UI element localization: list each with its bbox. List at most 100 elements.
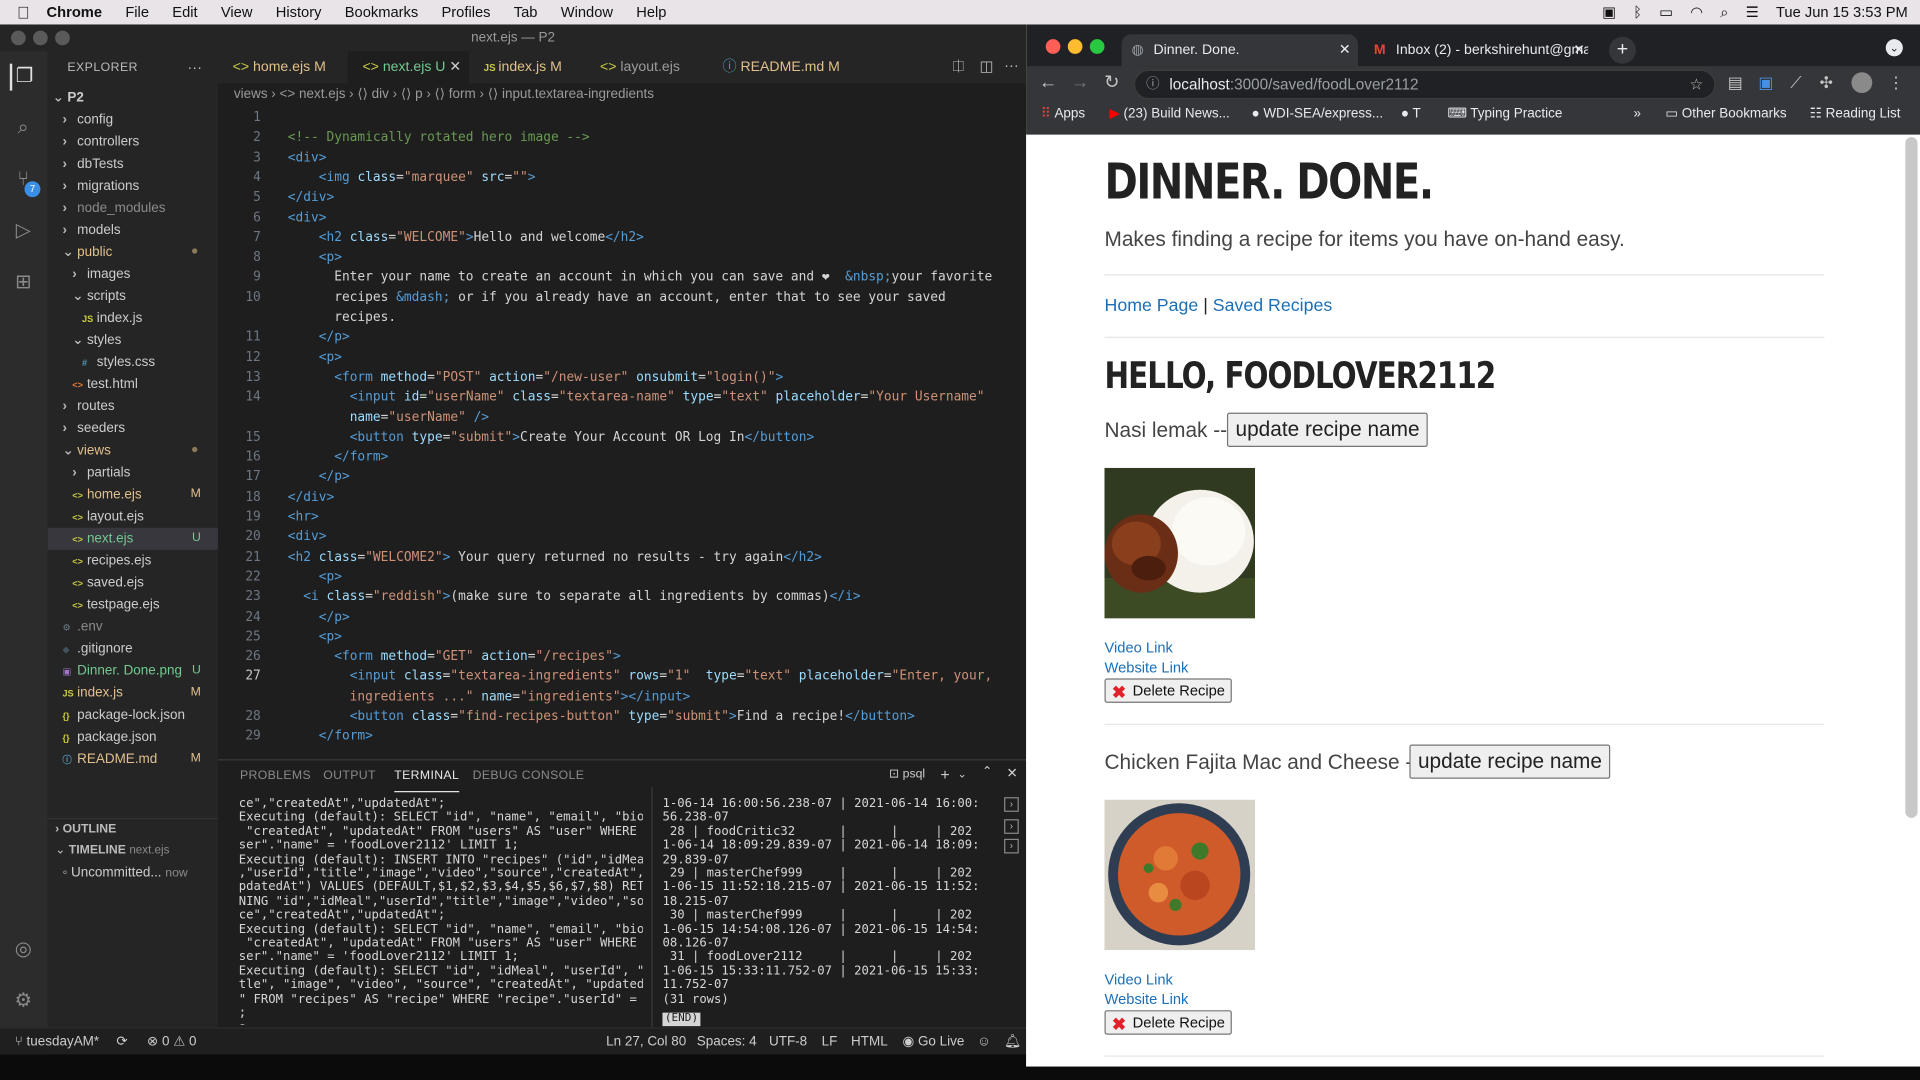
wifi-icon[interactable]: ◠ bbox=[1690, 4, 1703, 21]
code-line[interactable]: <input class="textarea-ingredients" rows… bbox=[288, 669, 993, 684]
tree-item[interactable]: › node_modules bbox=[48, 197, 218, 219]
tab-layout-ejs[interactable]: <> layout.ejs bbox=[585, 51, 707, 83]
tree-item[interactable]: ◆ .gitignore bbox=[48, 638, 218, 660]
saved-recipes-link[interactable]: Saved Recipes bbox=[1213, 296, 1332, 316]
code-line[interactable]: ingredients ..." name="ingredients"></in… bbox=[288, 689, 691, 704]
more-bookmarks-icon[interactable]: » bbox=[1633, 103, 1641, 125]
tree-item[interactable]: › dbTests bbox=[48, 153, 218, 175]
code-line[interactable]: <hr> bbox=[288, 509, 319, 524]
close-window-button[interactable] bbox=[1045, 39, 1061, 54]
menu-view[interactable]: View bbox=[221, 4, 253, 21]
puzzle-extensions-icon[interactable]: ✣ bbox=[1820, 73, 1833, 93]
menu-help[interactable]: Help bbox=[636, 4, 666, 21]
tree-item[interactable]: › partials bbox=[48, 462, 218, 484]
timeline-section[interactable]: ⌄ TIMELINE next.ejs bbox=[48, 840, 218, 862]
split-right-icon[interactable]: ◫ bbox=[980, 58, 994, 75]
zoom-window-button[interactable] bbox=[1089, 39, 1105, 54]
run-debug-icon[interactable]: ▷ bbox=[10, 218, 37, 245]
tab-output[interactable]: OUTPUT bbox=[323, 760, 376, 792]
tab-readme[interactable]: ⓘ README.md M bbox=[708, 51, 845, 83]
tree-item[interactable]: ⌄ P2 bbox=[48, 87, 218, 109]
tree-item[interactable]: <> layout.ejs bbox=[48, 506, 218, 528]
tree-item[interactable]: ⓘ README.md M bbox=[48, 748, 218, 770]
tree-item[interactable]: ⌄ views ● bbox=[48, 440, 218, 462]
indentation[interactable]: Spaces: 4 bbox=[697, 1029, 757, 1056]
apple-icon[interactable]:  bbox=[0, 2, 47, 22]
tree-item[interactable]: › seeders bbox=[48, 418, 218, 440]
code-line[interactable]: <div> bbox=[288, 150, 327, 165]
tree-item[interactable]: ▣ Dinner. Done.png U bbox=[48, 660, 218, 682]
delete-recipe-button[interactable]: ✖ Delete Recipe bbox=[1104, 1010, 1233, 1035]
tree-item[interactable]: <> home.ejs M bbox=[48, 484, 218, 506]
profile-avatar[interactable] bbox=[1851, 72, 1873, 94]
code-line[interactable]: <button type="submit">Create Your Accoun… bbox=[288, 430, 815, 445]
code-line[interactable]: recipes &mdash; or if you already have a… bbox=[288, 290, 946, 305]
battery-icon[interactable]: ▭ bbox=[1659, 4, 1673, 21]
cursor-position[interactable]: Ln 27, Col 80 bbox=[606, 1029, 686, 1056]
tree-item[interactable]: ⚙ .env bbox=[48, 616, 218, 638]
code-line[interactable]: <form method="GET" action="/recipes"> bbox=[288, 649, 620, 664]
extension-icon[interactable]: ▤ bbox=[1728, 73, 1743, 93]
tree-item[interactable]: {} package.json bbox=[48, 726, 218, 748]
more-actions-icon[interactable]: ··· bbox=[187, 59, 202, 76]
code-line[interactable]: </p> bbox=[288, 609, 350, 624]
code-line[interactable]: <p> bbox=[288, 350, 342, 365]
code-line[interactable]: </form> bbox=[288, 450, 388, 465]
spotlight-search-icon[interactable]: ⌕ bbox=[1720, 3, 1728, 21]
menu-history[interactable]: History bbox=[276, 4, 322, 21]
menu-edit[interactable]: Edit bbox=[172, 4, 197, 21]
line-ending[interactable]: LF bbox=[822, 1029, 838, 1056]
menu-tab[interactable]: Tab bbox=[514, 4, 538, 21]
minimize-window-button[interactable] bbox=[1067, 39, 1083, 54]
tree-item[interactable]: <> test.html bbox=[48, 373, 218, 395]
bookmark-apps[interactable]: ⠿ Apps bbox=[1041, 103, 1085, 125]
page-scrollbar[interactable] bbox=[1905, 137, 1918, 818]
bookmark-build-news[interactable]: ▶ (23) Build News... bbox=[1109, 103, 1229, 125]
account-icon[interactable]: ◎ bbox=[10, 937, 37, 964]
feedback-icon[interactable]: ☺ bbox=[977, 1029, 991, 1056]
terminal-shell-select[interactable]: ⊡ psql bbox=[889, 768, 925, 781]
tab-home-ejs[interactable]: <> home.ejs M bbox=[218, 51, 348, 83]
bluetooth-icon[interactable]: ᛒ bbox=[1633, 4, 1642, 21]
code-line[interactable]: <img class="marquee" src=""> bbox=[288, 170, 536, 185]
tree-item[interactable]: <> recipes.ejs bbox=[48, 550, 218, 572]
close-panel-icon[interactable]: ✕ bbox=[1007, 765, 1018, 782]
tree-item[interactable]: › models bbox=[48, 219, 218, 241]
sync-icon[interactable]: ⟳ bbox=[116, 1029, 127, 1056]
address-bar[interactable]: ⓘ localhost:3000/saved/foodLover2112 ☆ bbox=[1133, 69, 1716, 100]
tab-debug-console[interactable]: DEBUG CONSOLE bbox=[473, 760, 585, 792]
tree-item[interactable]: <> saved.ejs bbox=[48, 572, 218, 594]
tab-index-js[interactable]: JS index.js M bbox=[469, 51, 585, 83]
code-line[interactable]: <p> bbox=[288, 569, 342, 584]
control-center-icon[interactable]: ☰ bbox=[1746, 4, 1759, 21]
tab-terminal[interactable]: TERMINAL bbox=[394, 760, 460, 793]
code-line[interactable]: name="userName" /> bbox=[288, 410, 489, 425]
close-tab-icon[interactable]: ✕ bbox=[1339, 34, 1351, 66]
menu-app-name[interactable]: Chrome bbox=[47, 4, 103, 21]
delete-recipe-button[interactable]: ✖ Delete Recipe bbox=[1104, 678, 1233, 703]
menu-bookmarks[interactable]: Bookmarks bbox=[345, 4, 419, 21]
split-editor-icon[interactable]: ⎅ bbox=[953, 58, 965, 76]
terminal-output-right[interactable]: 1-06-14 16:00:56.238-07 | 2021-06-14 16:… bbox=[662, 797, 980, 1005]
terminal-zsh-icon[interactable]: › bbox=[1004, 797, 1019, 812]
forward-icon[interactable]: → bbox=[1068, 71, 1092, 95]
terminal-divider[interactable] bbox=[651, 787, 653, 1028]
extension-icon[interactable]: ⟋ bbox=[1790, 73, 1801, 93]
close-tab-icon[interactable]: ✕ bbox=[1573, 42, 1584, 58]
branch-status[interactable]: ⑂ tuesdayAM* bbox=[15, 1029, 99, 1056]
code-line[interactable]: <form method="POST" action="/new-user" o… bbox=[288, 370, 783, 385]
home-page-link[interactable]: Home Page bbox=[1104, 296, 1198, 316]
close-tab-icon[interactable]: ✕ bbox=[449, 60, 461, 75]
reload-icon[interactable]: ↻ bbox=[1100, 71, 1124, 95]
video-link[interactable]: Video Link bbox=[1104, 639, 1172, 656]
update-recipe-name-button[interactable]: update recipe name bbox=[1409, 744, 1611, 779]
tab-dinner-done[interactable]: ◍ Dinner. Done. ✕ bbox=[1121, 34, 1358, 67]
tree-item[interactable]: <> next.ejs U bbox=[47, 527, 218, 550]
tree-item[interactable]: › images bbox=[48, 263, 218, 285]
settings-gear-icon[interactable]: ⚙ bbox=[10, 988, 37, 1015]
tree-item[interactable]: ⌄ styles bbox=[48, 329, 218, 351]
tree-item[interactable]: {} package-lock.json bbox=[48, 704, 218, 726]
maximize-panel-icon[interactable]: ⌃ bbox=[982, 765, 992, 778]
code-line[interactable]: <h2 class="WELCOME2"> Your query returne… bbox=[288, 549, 822, 564]
tree-item[interactable]: › routes bbox=[48, 396, 218, 418]
